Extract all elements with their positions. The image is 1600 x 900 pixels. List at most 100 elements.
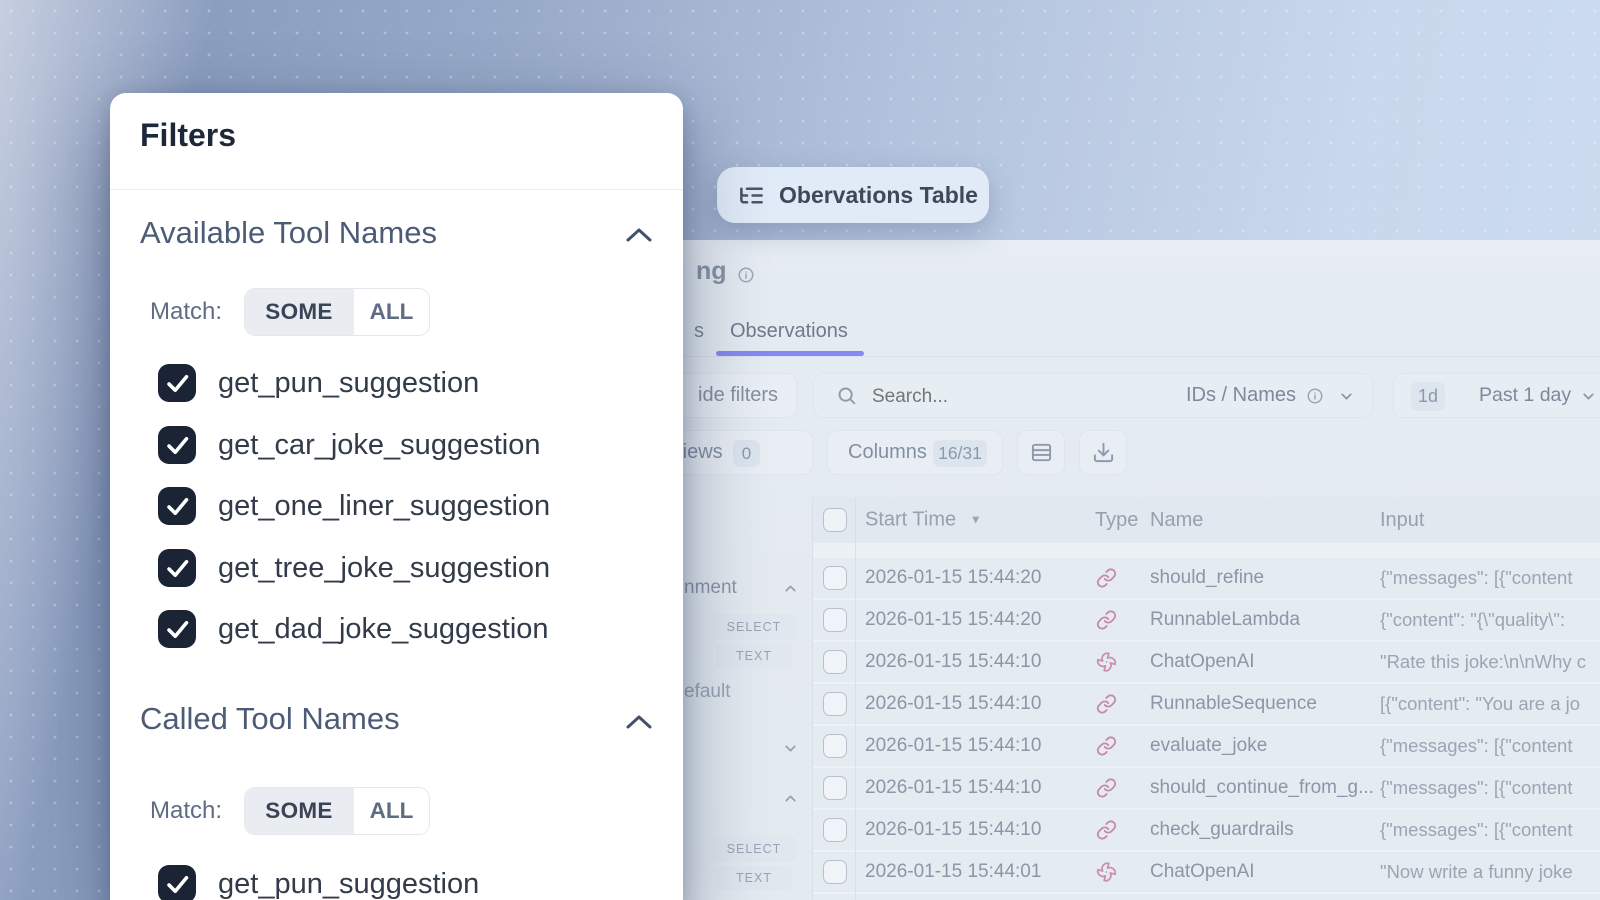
checkbox-checked[interactable] — [158, 364, 196, 402]
cell-input: "Rate this joke:\n\nWhy c — [1380, 651, 1600, 673]
text-type-badge[interactable]: TEXT — [716, 644, 792, 668]
table-row[interactable]: 2026-01-15 15:44:01 ChatOpenAI "Now writ… — [812, 850, 1600, 892]
checkbox-checked[interactable] — [158, 487, 196, 525]
checkbox-checked[interactable] — [158, 865, 196, 900]
checkbox-checked[interactable] — [158, 426, 196, 464]
time-range-badge: 1d — [1411, 382, 1445, 411]
row-checkbox[interactable] — [823, 818, 847, 842]
chevron-up-icon[interactable] — [624, 713, 654, 731]
row-checkbox[interactable] — [823, 734, 847, 758]
table-row[interactable]: 2026-01-15 15:44:10 should_continue_from… — [812, 766, 1600, 808]
link-type-icon — [1096, 694, 1117, 715]
table-row[interactable]: 2026-01-15 15:44:10 evaluate_joke {"mess… — [812, 724, 1600, 766]
page-title-partial: ng — [696, 257, 727, 286]
filters-panel: Filters Available Tool Names Match: SOME… — [110, 93, 683, 900]
select-type-badge[interactable]: SELECT — [712, 836, 796, 862]
chevron-up-icon[interactable] — [624, 226, 654, 244]
search-box[interactable]: IDs / Names — [813, 373, 1373, 418]
cell-name: check_guardrails — [1150, 819, 1294, 841]
chevron-down-icon[interactable] — [782, 740, 799, 757]
select-all-checkbox[interactable] — [823, 508, 847, 532]
row-checkbox[interactable] — [823, 860, 847, 884]
filter-option-label: get_pun_suggestion — [218, 868, 479, 900]
filter-option-label: get_one_liner_suggestion — [218, 490, 550, 523]
cell-name: evaluate_joke — [1150, 735, 1267, 757]
cell-input: {"content": "{\"quality\": — [1380, 609, 1600, 631]
table-row[interactable]: 2026-01-15 15:44:10 RunnableSequence [{"… — [812, 682, 1600, 724]
table-row[interactable]: 2026-01-15 15:44:10 ChatOpenAI "Rate thi… — [812, 640, 1600, 682]
info-icon — [737, 266, 755, 284]
chevron-up-icon[interactable] — [782, 580, 799, 597]
link-type-icon — [1096, 568, 1117, 589]
cell-name: should_continue_from_g... — [1150, 777, 1374, 799]
column-header-input[interactable]: Input — [1380, 509, 1424, 532]
row-checkbox[interactable] — [823, 608, 847, 632]
table-row[interactable]: 2026-01-15 15:44:20 should_refine {"mess… — [812, 556, 1600, 598]
cell-input: {"messages": [{"content — [1380, 567, 1600, 589]
filter-option-row[interactable]: get_car_joke_suggestion — [158, 426, 540, 464]
generation-type-icon — [1096, 652, 1117, 673]
time-range-selector[interactable]: 1d Past 1 day — [1393, 373, 1600, 418]
chevron-down-icon[interactable] — [1338, 388, 1355, 405]
filter-option-row[interactable]: get_dad_joke_suggestion — [158, 610, 549, 648]
filter-option-row[interactable]: get_tree_joke_suggestion — [158, 549, 550, 587]
start-time-header-label: Start Time — [865, 509, 956, 531]
filters-panel-title: Filters — [140, 117, 236, 154]
table-row[interactable]: 2026-01-15 15:44:20 RunnableLambda {"con… — [812, 598, 1600, 640]
cell-name: RunnableLambda — [1150, 609, 1300, 631]
tab-partial[interactable]: s — [694, 320, 704, 343]
match-all-option[interactable]: ALL — [353, 788, 429, 834]
filter-option-row[interactable]: get_pun_suggestion — [158, 364, 479, 402]
checkbox-checked[interactable] — [158, 610, 196, 648]
hide-filters-label: ide filters — [698, 384, 778, 407]
cell-start-time: 2026-01-15 15:44:10 — [865, 735, 1041, 757]
table-row[interactable]: 2026-01-15 15:44:10 check_guardrails {"m… — [812, 808, 1600, 850]
rows-icon — [1030, 441, 1053, 464]
match-some-option[interactable]: SOME — [245, 788, 353, 834]
match-some-option[interactable]: SOME — [245, 289, 353, 335]
sort-descending-icon: ▼ — [970, 513, 982, 527]
select-type-badge[interactable]: SELECT — [712, 614, 796, 640]
filter-option-label: get_dad_joke_suggestion — [218, 613, 549, 646]
row-checkbox[interactable] — [823, 776, 847, 800]
chevron-up-icon[interactable] — [782, 790, 799, 807]
filter-option-row[interactable]: get_pun_suggestion — [158, 865, 479, 900]
checkbox-checked[interactable] — [158, 549, 196, 587]
list-tree-icon — [738, 182, 765, 209]
observations-table-chip[interactable]: Obervations Table — [717, 167, 989, 223]
observations-table-chip-label: Obervations Table — [779, 182, 978, 209]
time-range-label: Past 1 day — [1479, 384, 1571, 407]
text-type-badge[interactable]: TEXT — [716, 866, 792, 890]
cell-start-time: 2026-01-15 15:44:20 — [865, 609, 1041, 631]
section-title-called-tool-names: Called Tool Names — [140, 701, 400, 737]
cell-input: [{"content": "You are a jo — [1380, 693, 1600, 715]
row-checkbox[interactable] — [823, 566, 847, 590]
filter-option-row[interactable]: get_one_liner_suggestion — [158, 487, 550, 525]
row-checkbox[interactable] — [823, 692, 847, 716]
tabs-divider — [648, 356, 1600, 357]
column-header-type[interactable]: Type — [1095, 509, 1138, 532]
link-type-icon — [1096, 820, 1117, 841]
table-checkbox-column-divider — [855, 497, 856, 900]
column-header-name[interactable]: Name — [1150, 509, 1203, 532]
cell-name: ChatOpenAI — [1150, 861, 1255, 883]
match-label: Match: — [150, 787, 222, 835]
active-tab-underline — [716, 351, 864, 356]
cell-input: {"messages": [{"content — [1380, 777, 1600, 799]
export-button[interactable] — [1079, 430, 1127, 475]
match-all-option[interactable]: ALL — [353, 289, 429, 335]
row-height-button[interactable] — [1017, 430, 1065, 475]
search-input[interactable] — [870, 381, 1124, 413]
section-title-available-tool-names: Available Tool Names — [140, 215, 437, 251]
cell-start-time: 2026-01-15 15:44:10 — [865, 651, 1041, 673]
tab-observations[interactable]: Observations — [730, 320, 848, 343]
filter-option-label: get_car_joke_suggestion — [218, 429, 540, 462]
sidebar-environment-partial: nment — [684, 577, 737, 599]
row-checkbox[interactable] — [823, 650, 847, 674]
chevron-down-icon — [1580, 388, 1597, 405]
search-scope-label[interactable]: IDs / Names — [1186, 384, 1296, 407]
cell-start-time: 2026-01-15 15:44:01 — [865, 861, 1041, 883]
column-header-start-time[interactable]: Start Time ▼ — [865, 509, 982, 532]
columns-button[interactable]: Columns 16/31 — [827, 430, 1003, 475]
saved-views-count-badge: 0 — [733, 440, 760, 467]
